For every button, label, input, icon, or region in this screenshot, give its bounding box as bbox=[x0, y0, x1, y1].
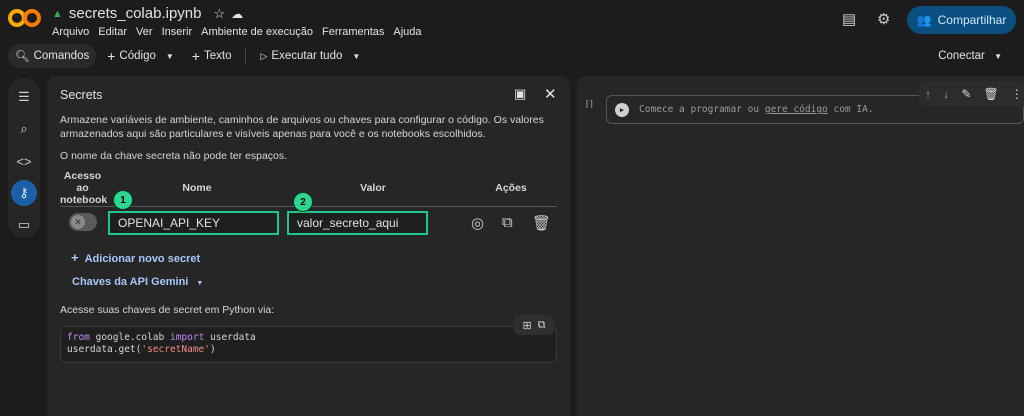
code-token: 'secretName' bbox=[141, 344, 210, 355]
share-label: Compartilhar bbox=[937, 13, 1007, 27]
find-icon[interactable]: ⌕ bbox=[11, 116, 37, 142]
notebook-area: [ ] ▶ Comece a programar ou gere código … bbox=[577, 76, 1024, 416]
menu-ferramentas[interactable]: Ferramentas bbox=[322, 26, 384, 38]
drive-icon: ▲ bbox=[52, 7, 63, 20]
notebook-access-toggle[interactable]: ✕ bbox=[69, 213, 97, 231]
add-code-button[interactable]: + Código ▼ bbox=[100, 44, 181, 68]
panel-title: Secrets bbox=[60, 88, 103, 102]
notebook-title[interactable]: ▲ secrets_colab.ipynb ☆ ☁ bbox=[52, 5, 243, 22]
delete-icon[interactable]: 🗑︎ bbox=[532, 214, 551, 232]
chevron-down-icon: ▼ bbox=[196, 280, 204, 287]
star-icon[interactable]: ☆ bbox=[213, 6, 225, 22]
search-icon: 🔍︎ bbox=[15, 51, 30, 63]
connect-button[interactable]: Conectar ▼ bbox=[938, 50, 1002, 62]
code-token: import bbox=[169, 332, 205, 343]
run-all-label: Executar tudo bbox=[271, 50, 343, 62]
play-icon: ▷ bbox=[260, 50, 268, 61]
code-token: ) bbox=[210, 344, 216, 355]
people-icon: 👥 bbox=[916, 13, 932, 27]
access-hint: Acesse suas chaves de secret em Python v… bbox=[60, 304, 275, 316]
toc-icon[interactable]: ☰ bbox=[11, 84, 37, 110]
generate-code-link[interactable]: gere código bbox=[765, 104, 828, 115]
plus-icon: + bbox=[107, 48, 116, 64]
cell-execution-bracket: [ ] bbox=[586, 99, 593, 108]
commands-button[interactable]: 🔍︎ Comandos bbox=[8, 44, 97, 68]
placeholder-text: Comece a programar ou bbox=[639, 104, 765, 115]
add-secret-label: Adicionar novo secret bbox=[84, 253, 201, 265]
code-snippet: from google.colab import userdata userda… bbox=[60, 326, 557, 363]
menu-ambiente[interactable]: Ambiente de execução bbox=[201, 26, 313, 38]
gear-icon[interactable]: ⚙ bbox=[877, 10, 890, 28]
colab-logo bbox=[8, 9, 41, 27]
commands-label: Comandos bbox=[33, 50, 90, 62]
step-badge-1: 1 bbox=[113, 190, 133, 210]
add-secret-button[interactable]: + Adicionar novo secret bbox=[71, 250, 200, 265]
secrets-panel: Secrets ▣ ✕ Armazene variáveis de ambien… bbox=[47, 76, 570, 416]
plus-icon: + bbox=[71, 250, 79, 265]
code-token: userdata.get( bbox=[67, 344, 142, 355]
chevron-down-icon[interactable]: ▼ bbox=[352, 52, 360, 61]
comment-icon[interactable]: ▤ bbox=[842, 10, 856, 28]
code-token: userdata bbox=[204, 332, 256, 343]
x-icon: ✕ bbox=[71, 215, 85, 229]
filename[interactable]: secrets_colab.ipynb bbox=[69, 5, 202, 22]
menu-ver[interactable]: Ver bbox=[136, 26, 153, 38]
col-actions: Ações bbox=[495, 182, 527, 194]
arrow-up-icon[interactable]: ↑ bbox=[925, 87, 931, 101]
cell-placeholder: Comece a programar ou gere código com IA… bbox=[639, 104, 874, 115]
col-access: Acesso ao notebook bbox=[60, 170, 108, 206]
menu-bar: Arquivo Editar Ver Inserir Ambiente de e… bbox=[52, 26, 422, 38]
copy-icon[interactable]: ⧉ bbox=[502, 214, 513, 231]
toolbar: 🔍︎ Comandos + Código ▼ + Texto ▷ Executar tud… bbox=[8, 44, 367, 68]
menu-arquivo[interactable]: Arquivo bbox=[52, 26, 89, 38]
open-in-tab-icon[interactable]: ▣ bbox=[514, 86, 526, 102]
divider bbox=[245, 48, 247, 64]
connect-label: Conectar bbox=[938, 50, 985, 62]
delete-icon[interactable]: 🗑︎ bbox=[984, 87, 999, 101]
plus-icon: + bbox=[191, 48, 200, 64]
col-value: Valor bbox=[360, 182, 386, 194]
menu-inserir[interactable]: Inserir bbox=[162, 26, 193, 38]
col-name: Nome bbox=[182, 182, 212, 194]
menu-ajuda[interactable]: Ajuda bbox=[393, 26, 421, 38]
run-cell-icon[interactable]: ▶ bbox=[615, 102, 629, 117]
snippet-actions: ⊞ ⧉ bbox=[514, 315, 554, 335]
code-label: Código bbox=[119, 50, 156, 62]
sidebar-rail: ☰ ⌕ <> ⚷ ▭ bbox=[8, 78, 40, 238]
more-vert-icon[interactable]: ⋮ bbox=[1011, 87, 1023, 101]
arrow-down-icon[interactable]: ↓ bbox=[943, 87, 949, 101]
secret-value-input[interactable]: valor_secreto_aqui bbox=[287, 211, 428, 235]
key-icon[interactable]: ⚷ bbox=[11, 180, 37, 206]
folder-icon[interactable]: ▭ bbox=[11, 212, 37, 238]
panel-description: Armazene variáveis de ambiente, caminhos… bbox=[60, 114, 544, 140]
visibility-off-icon[interactable]: ◎ bbox=[471, 214, 484, 232]
code-token: from bbox=[67, 332, 90, 343]
chevron-down-icon: ▼ bbox=[994, 52, 1002, 61]
close-icon[interactable]: ✕ bbox=[544, 85, 557, 103]
name-rule: O nome da chave secreta não pode ter esp… bbox=[60, 150, 288, 162]
text-label: Texto bbox=[203, 50, 232, 62]
gemini-keys-dropdown[interactable]: Chaves da API Gemini ▼ bbox=[72, 276, 203, 288]
step-badge-2: 2 bbox=[293, 192, 313, 212]
add-text-button[interactable]: + Texto bbox=[185, 44, 239, 68]
placeholder-text: com IA. bbox=[827, 104, 874, 115]
run-all-button[interactable]: ▷ Executar tudo ▼ bbox=[253, 44, 367, 68]
code-token: google.colab bbox=[89, 332, 170, 343]
gemini-label: Chaves da API Gemini bbox=[72, 276, 189, 288]
magic-edit-icon[interactable]: ✎ bbox=[961, 87, 971, 101]
chevron-down-icon[interactable]: ▼ bbox=[166, 52, 174, 61]
copy-icon[interactable]: ⧉ bbox=[538, 319, 546, 332]
share-button[interactable]: 👥 Compartilhar bbox=[907, 6, 1016, 34]
menu-editar[interactable]: Editar bbox=[98, 26, 127, 38]
cell-toolbar: ↑ ↓ ✎ 🗑︎ ⋮ bbox=[919, 81, 1024, 107]
secret-name-input[interactable]: OPENAI_API_KEY bbox=[108, 211, 279, 235]
code-snippets-icon[interactable]: <> bbox=[11, 148, 37, 174]
cloud-icon[interactable]: ☁ bbox=[231, 7, 243, 21]
insert-code-icon[interactable]: ⊞ bbox=[522, 319, 531, 332]
